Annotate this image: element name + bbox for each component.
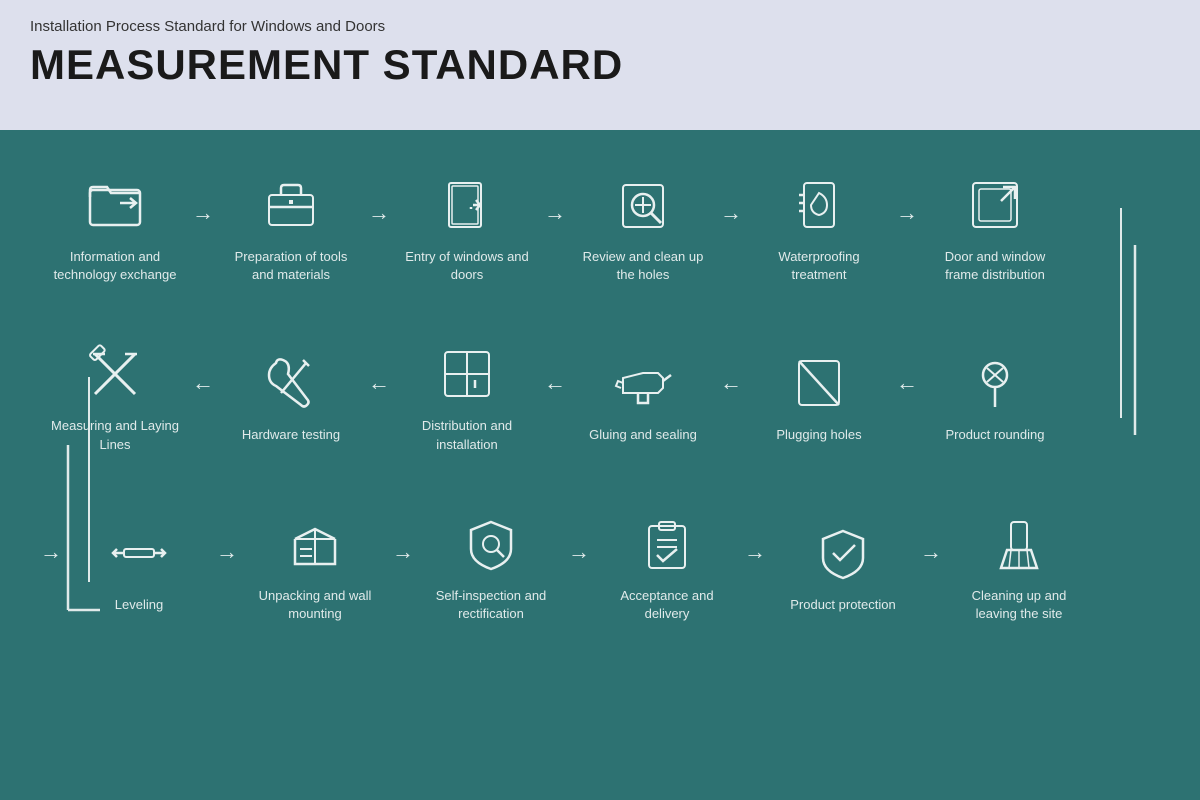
arrow-row2-5: ←	[896, 370, 918, 396]
step-plugging-label: Plugging holes	[754, 426, 884, 444]
step-waterproofing: Waterproofing treatment	[744, 170, 894, 284]
step-info-exchange-label: Information and technology exchange	[50, 248, 180, 284]
step-unpacking-label: Unpacking and wall mounting	[250, 587, 380, 623]
arrow-row2-2: ←	[368, 370, 390, 396]
step-waterproofing-label: Waterproofing treatment	[754, 248, 884, 284]
step-gluing: Gluing and sealing	[568, 348, 718, 444]
step-gluing-label: Gluing and sealing	[578, 426, 708, 444]
step-tools-prep: Preparation of tools and materials	[216, 170, 366, 284]
step-hardware: Hardware testing	[216, 348, 366, 444]
arrow-row3-5: →	[920, 539, 942, 565]
step-acceptance: Acceptance and delivery	[592, 509, 742, 623]
row-1: Information and technology exchange → Pr…	[40, 170, 1170, 284]
glue-gun-icon	[608, 348, 678, 418]
step-cleanup: Cleaning up and leaving the site	[944, 509, 1094, 623]
step-hardware-label: Hardware testing	[226, 426, 356, 444]
left-entry-arrow: →	[40, 539, 62, 565]
step-acceptance-label: Acceptance and delivery	[602, 587, 732, 623]
step-measuring: Measuring and Laying Lines	[40, 339, 190, 453]
step-cleanup-label: Cleaning up and leaving the site	[954, 587, 1084, 623]
shield-icon	[808, 518, 878, 588]
step-review-holes: Review and clean up the holes	[568, 170, 718, 284]
row-2: Measuring and Laying Lines ← Hardware te…	[40, 339, 1170, 453]
arrow-1-2: →	[192, 200, 214, 226]
accept-icon	[632, 509, 702, 579]
pin-icon	[960, 348, 1030, 418]
step-rounding-label: Product rounding	[930, 426, 1060, 444]
main-content: Information and technology exchange → Pr…	[0, 130, 1200, 800]
arrow-3-4: →	[544, 200, 566, 226]
step-distribution-label: Distribution and installation	[402, 417, 532, 453]
waterproof-icon	[784, 170, 854, 240]
header-title: MEASUREMENT STANDARD	[30, 41, 1170, 89]
grid-window-icon	[432, 339, 502, 409]
step-frame-dist: Door and window frame distribution	[920, 170, 1070, 284]
step-leveling: Leveling	[64, 518, 214, 614]
step-entry-windows-label: Entry of windows and doors	[402, 248, 532, 284]
magnify-icon	[608, 170, 678, 240]
step-self-inspect: Self-inspection and rectification	[416, 509, 566, 623]
ruler-cross-icon	[80, 339, 150, 409]
arrow-row3-3: →	[568, 539, 590, 565]
arrow-2-3: →	[368, 200, 390, 226]
header-subtitle: Installation Process Standard for Window…	[30, 18, 1170, 35]
arrow-row3-2: →	[392, 539, 414, 565]
step-unpacking: Unpacking and wall mounting	[240, 509, 390, 623]
step-leveling-label: Leveling	[74, 596, 204, 614]
arrow-row2-4: ←	[720, 370, 742, 396]
level-icon	[104, 518, 174, 588]
arrow-5-6: →	[896, 200, 918, 226]
wrench-icon	[256, 348, 326, 418]
folder-icon	[80, 170, 150, 240]
self-inspect-icon	[456, 509, 526, 579]
step-distribution: Distribution and installation	[392, 339, 542, 453]
row-3: → Leveling →	[40, 509, 1170, 623]
step-measuring-label: Measuring and Laying Lines	[50, 417, 180, 453]
step-plugging: Plugging holes	[744, 348, 894, 444]
step-rounding: Product rounding	[920, 348, 1070, 444]
step-product-protect: Product protection	[768, 518, 918, 614]
door-enter-icon	[432, 170, 502, 240]
step-tools-prep-label: Preparation of tools and materials	[226, 248, 356, 284]
arrow-row2-1: ←	[192, 370, 214, 396]
step-self-inspect-label: Self-inspection and rectification	[426, 587, 556, 623]
plug-holes-icon	[784, 348, 854, 418]
frame-export-icon	[960, 170, 1030, 240]
arrow-row2-3: ←	[544, 370, 566, 396]
unpack-icon	[280, 509, 350, 579]
arrow-row3-4: →	[744, 539, 766, 565]
arrow-4-5: →	[720, 200, 742, 226]
toolbox-icon	[256, 170, 326, 240]
step-review-holes-label: Review and clean up the holes	[578, 248, 708, 284]
arrow-row3-1: →	[216, 539, 238, 565]
header: Installation Process Standard for Window…	[0, 0, 1200, 130]
broom-icon	[984, 509, 1054, 579]
step-product-protect-label: Product protection	[778, 596, 908, 614]
step-frame-dist-label: Door and window frame distribution	[930, 248, 1060, 284]
step-entry-windows: Entry of windows and doors	[392, 170, 542, 284]
step-info-exchange: Information and technology exchange	[40, 170, 190, 284]
